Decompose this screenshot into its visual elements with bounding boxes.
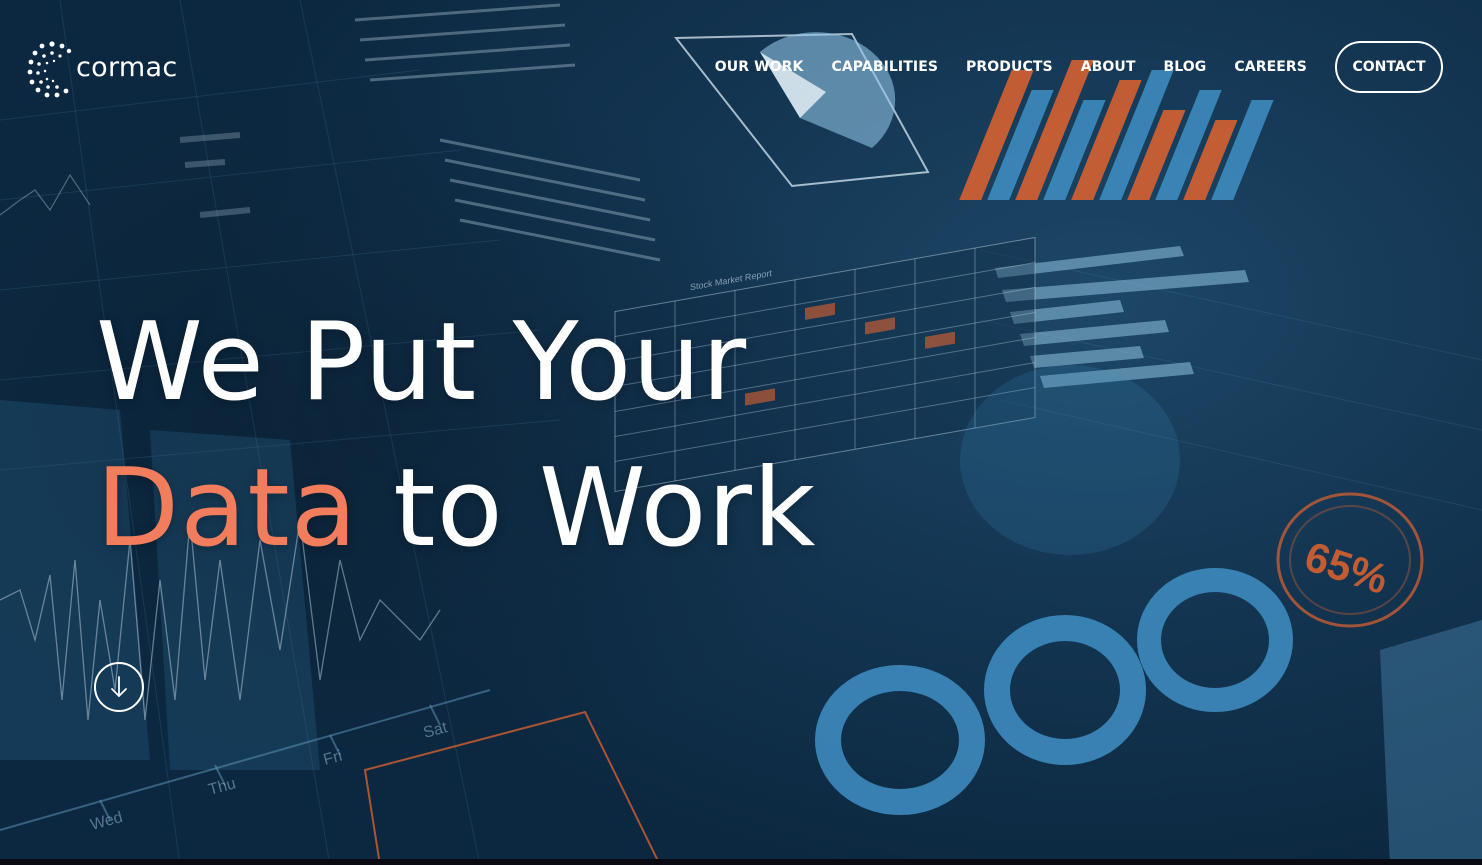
nav-item-products[interactable]: PRODUCTS [966, 59, 1053, 75]
percent-readout: 65% [1299, 532, 1393, 603]
day-label: Sat [422, 719, 450, 742]
day-label: Thu [207, 775, 238, 799]
day-label: Fri [322, 748, 344, 769]
nav-item-capabilities[interactable]: CAPABILITIES [832, 59, 939, 75]
bottom-edge [0, 859, 1482, 865]
nav-item-about[interactable]: ABOUT [1081, 59, 1136, 75]
brand-name: cormac [76, 51, 178, 83]
contact-button[interactable]: CONTACT [1335, 41, 1443, 93]
hero-section: Wed Thu Fri Sat Stock Market Report 65% … [0, 0, 1482, 865]
arrow-down-icon [111, 676, 127, 697]
hero-headline: We Put Your Data to Work [96, 290, 816, 582]
scroll-down-button[interactable] [94, 662, 144, 712]
donut-charts [815, 568, 1293, 815]
brand-logo[interactable]: cormac [26, 38, 177, 100]
day-label: Wed [89, 809, 125, 834]
main-nav: OUR WORK CAPABILITIES PRODUCTS ABOUT BLO… [715, 41, 1443, 93]
nav-item-blog[interactable]: BLOG [1164, 59, 1207, 75]
nav-item-our-work[interactable]: OUR WORK [715, 59, 804, 75]
orange-chart-frame [363, 710, 662, 865]
headline-accent-word: Data [96, 446, 358, 571]
headline-line-2-rest: to Work [393, 446, 817, 571]
headline-line-1: We Put Your [96, 300, 748, 425]
logo-dots-icon [27, 41, 72, 98]
nav-item-careers[interactable]: CAREERS [1234, 59, 1307, 75]
